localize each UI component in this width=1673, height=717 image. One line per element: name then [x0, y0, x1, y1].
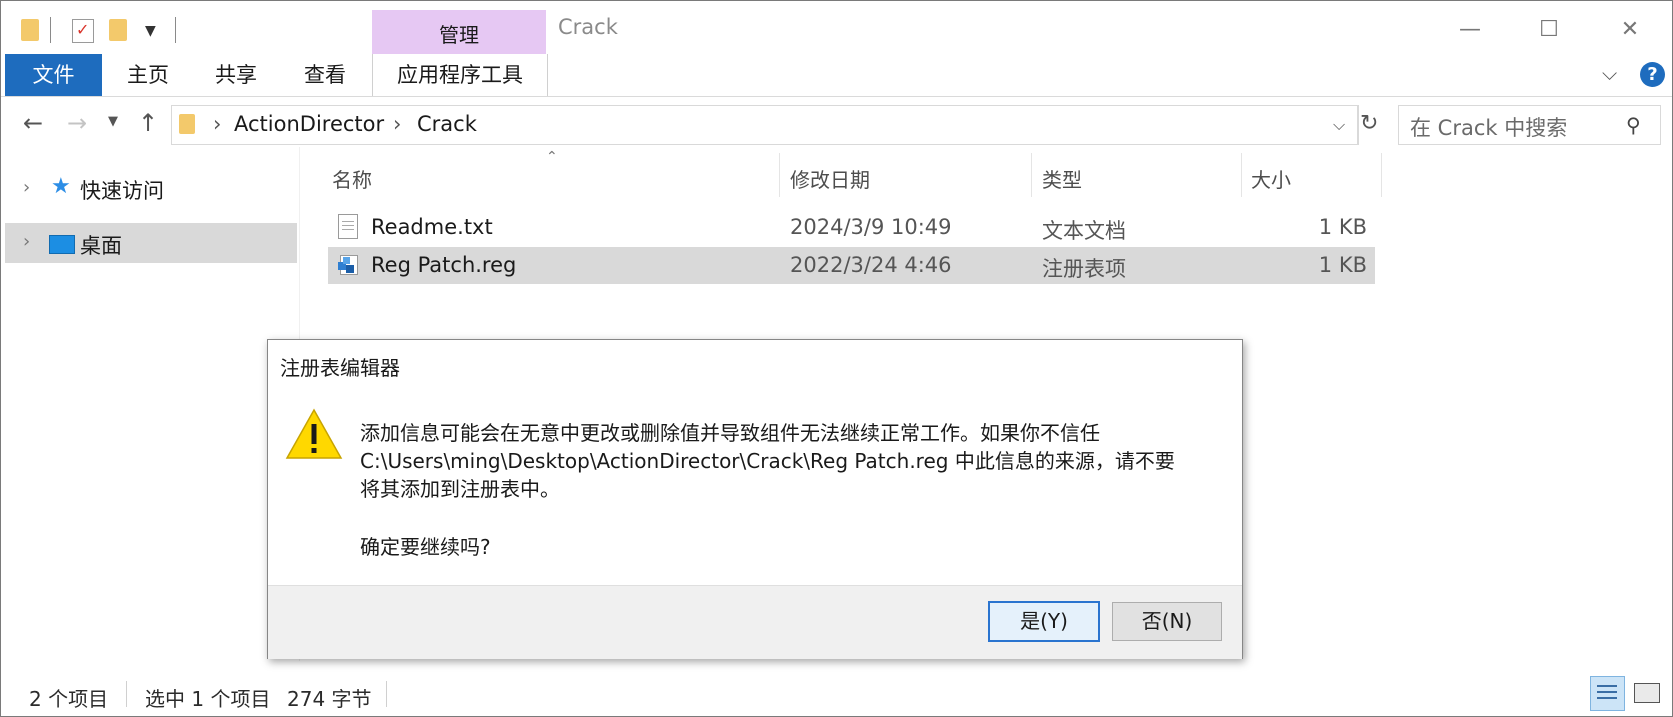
warning-icon	[285, 408, 343, 459]
registry-file-icon	[338, 253, 358, 275]
nav-item-label: 快速访问	[80, 179, 164, 203]
dialog-message-line: C:\Users\ming\Desktop\ActionDirector\Cra…	[360, 449, 1175, 473]
address-divider	[1357, 105, 1358, 145]
dialog-message: 添加信息可能会在无意中更改或删除值并导致组件无法继续正常工作。如果你不信任 C:…	[360, 419, 1175, 503]
folder-icon[interactable]	[21, 19, 39, 41]
title-bar: ✓ ▼ 管理 Crack — ☐ ✕	[1, 1, 1672, 54]
dialog-message-line: 将其添加到注册表中。	[360, 477, 560, 501]
new-folder-icon[interactable]	[109, 19, 127, 41]
status-divider	[386, 681, 387, 707]
column-header-size[interactable]: 大小	[1251, 164, 1291, 193]
nav-item-desktop[interactable]: › 桌面	[5, 223, 297, 263]
file-modified: 2022/3/24 4:46	[790, 253, 952, 277]
column-header-name[interactable]: 名称	[332, 164, 372, 193]
tab-file[interactable]: 文件	[5, 54, 102, 96]
address-dropdown-icon[interactable]: ⌵	[1333, 115, 1345, 135]
refresh-icon[interactable]: ↻	[1360, 111, 1378, 136]
dialog-question: 确定要继续吗?	[360, 535, 491, 559]
tab-home[interactable]: 主页	[118, 54, 178, 96]
customize-toolbar-icon[interactable]: ▼	[145, 23, 156, 39]
expand-chevron-icon[interactable]: ›	[23, 177, 30, 198]
star-icon: ★	[51, 174, 71, 199]
window-title: Crack	[558, 15, 618, 39]
dialog-message-line: 添加信息可能会在无意中更改或删除值并导致组件无法继续正常工作。如果你不信任	[360, 421, 1100, 445]
help-icon[interactable]: ?	[1640, 62, 1665, 87]
status-selection: 选中 1 个项目	[145, 687, 271, 711]
close-button[interactable]: ✕	[1607, 15, 1653, 45]
file-name: Readme.txt	[371, 215, 493, 239]
toolbar-separator	[175, 17, 176, 43]
sort-ascending-icon: ⌃	[546, 149, 558, 165]
file-size: 1 KB	[1318, 215, 1367, 239]
column-divider[interactable]	[1031, 153, 1032, 197]
dialog-title: 注册表编辑器	[280, 356, 400, 380]
column-divider[interactable]	[1381, 153, 1382, 197]
back-icon[interactable]: ←	[23, 109, 43, 137]
minimize-button[interactable]: —	[1447, 15, 1493, 45]
yes-button[interactable]: 是(Y)	[988, 601, 1100, 642]
breadcrumb-separator-icon: ›	[393, 112, 402, 136]
file-name: Reg Patch.reg	[371, 253, 517, 277]
file-type: 注册表项	[1042, 257, 1126, 281]
column-divider[interactable]	[1241, 153, 1242, 197]
nav-item-quick-access[interactable]: › ★ 快速访问	[5, 169, 297, 209]
tab-view[interactable]: 查看	[295, 54, 355, 96]
column-divider[interactable]	[779, 153, 780, 197]
breadcrumb-actiondirector[interactable]: ActionDirector	[234, 112, 384, 136]
folder-icon	[179, 114, 195, 134]
maximize-button[interactable]: ☐	[1526, 15, 1572, 45]
status-item-count: 2 个项目	[29, 687, 109, 711]
forward-icon[interactable]: →	[67, 109, 87, 137]
nav-item-label: 桌面	[80, 234, 122, 258]
tab-share[interactable]: 共享	[206, 54, 266, 96]
status-divider	[126, 681, 127, 707]
expand-ribbon-icon[interactable]: ⌵	[1602, 61, 1617, 85]
search-icon[interactable]: ⚲	[1626, 113, 1641, 137]
recent-locations-icon[interactable]: ▼	[108, 114, 118, 129]
up-icon[interactable]: ↑	[138, 109, 158, 137]
tab-application-tools[interactable]: 应用程序工具	[372, 54, 548, 96]
breadcrumb-separator-icon: ›	[213, 112, 222, 136]
registry-editor-dialog: 注册表编辑器 添加信息可能会在无意中更改或删除值并导致组件无法继续正常工作。如果…	[267, 339, 1243, 659]
text-file-icon	[338, 214, 358, 239]
file-type: 文本文档	[1042, 219, 1126, 243]
table-row-selected[interactable]: Reg Patch.reg 2022/3/24 4:46 注册表项 1 KB	[328, 247, 1375, 284]
column-header-type[interactable]: 类型	[1042, 164, 1082, 193]
table-row[interactable]: Readme.txt 2024/3/9 10:49 文本文档 1 KB	[328, 209, 1375, 246]
ribbon-divider	[1, 96, 1672, 97]
no-button[interactable]: 否(N)	[1112, 602, 1222, 641]
context-tab-group-label: 管理	[439, 23, 479, 47]
file-size: 1 KB	[1318, 253, 1367, 277]
properties-icon[interactable]: ✓	[72, 19, 94, 43]
status-selection-size: 274 字节	[287, 687, 372, 711]
large-icons-view-icon[interactable]	[1634, 683, 1660, 703]
breadcrumb-crack[interactable]: Crack	[417, 112, 477, 136]
details-view-icon[interactable]	[1590, 676, 1625, 711]
column-header-modified[interactable]: 修改日期	[790, 164, 870, 193]
file-modified: 2024/3/9 10:49	[790, 215, 952, 239]
desktop-icon	[49, 235, 75, 254]
search-placeholder: 在 Crack 中搜索	[1410, 116, 1568, 140]
expand-chevron-icon[interactable]: ›	[23, 231, 30, 252]
toolbar-separator	[50, 17, 51, 43]
